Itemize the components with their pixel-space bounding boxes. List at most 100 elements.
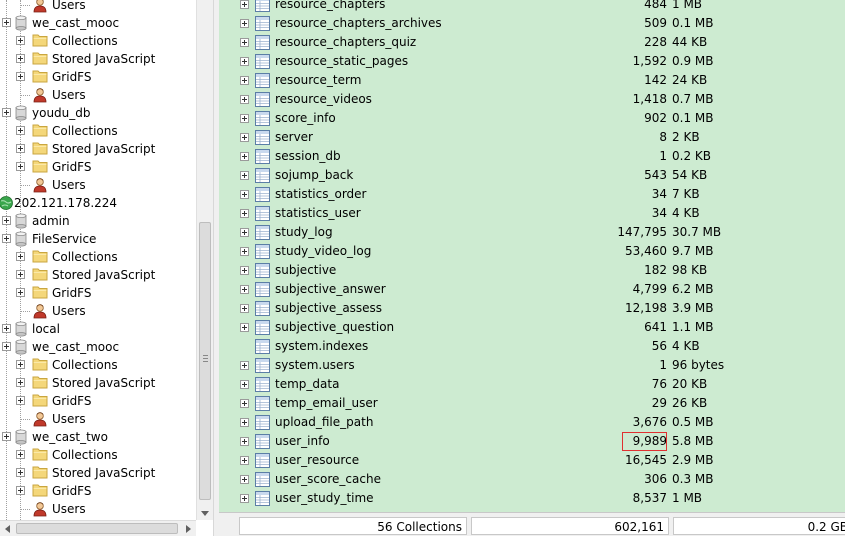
tree-node[interactable]: Users [0,302,196,320]
tree-vertical-scrollbar[interactable] [196,0,213,520]
table-row[interactable]: system.users 1 96 bytes [219,356,845,375]
table-row[interactable]: subjective 182 98 KB [219,261,845,280]
table-row[interactable]: study_video_log 53,460 9.7 MB [219,242,845,261]
scroll-down-arrow-icon[interactable] [201,511,209,516]
expand-plus-icon[interactable] [240,399,249,408]
table-row[interactable]: temp_email_user 29 26 KB [219,394,845,413]
table-row[interactable]: subjective_answer 4,799 6.2 MB [219,280,845,299]
tree-node[interactable]: Users [0,500,196,518]
expand-plus-icon[interactable] [240,95,249,104]
table-row[interactable]: temp_data 76 20 KB [219,375,845,394]
expand-plus-icon[interactable] [240,380,249,389]
expand-plus-icon[interactable] [16,360,25,369]
expand-plus-icon[interactable] [16,378,25,387]
expand-plus-icon[interactable] [16,396,25,405]
tree-node[interactable]: GridFS [0,158,196,176]
table-row[interactable]: statistics_order 34 7 KB [219,185,845,204]
tree-node[interactable]: we_cast_two [0,428,196,446]
tree-node[interactable]: Stored JavaScript [0,50,196,68]
expand-plus-icon[interactable] [16,126,25,135]
tree-node[interactable]: admin [0,212,196,230]
tree-node[interactable]: Stored JavaScript [0,464,196,482]
tree-node[interactable]: Collections [0,248,196,266]
tree-node[interactable]: 202.121.178.224 [0,194,196,212]
expand-plus-icon[interactable] [240,190,249,199]
expand-plus-icon[interactable] [2,432,11,441]
tree-node[interactable]: GridFS [0,482,196,500]
expand-plus-icon[interactable] [2,18,11,27]
tree-node[interactable]: Collections [0,356,196,374]
table-row[interactable]: resource_term 142 24 KB [219,71,845,90]
tree-node[interactable]: local [0,320,196,338]
expand-plus-icon[interactable] [16,36,25,45]
table-row[interactable]: user_info 9,989 5.8 MB [219,432,845,451]
expand-plus-icon[interactable] [16,72,25,81]
table-row[interactable]: statistics_user 34 4 KB [219,204,845,223]
expand-plus-icon[interactable] [240,361,249,370]
tree-node[interactable]: Collections [0,32,196,50]
tree-node[interactable]: Stored JavaScript [0,266,196,284]
expand-plus-icon[interactable] [16,162,25,171]
table-row[interactable]: resource_videos 1,418 0.7 MB [219,90,845,109]
table-row[interactable]: study_log 147,795 30.7 MB [219,223,845,242]
expand-plus-icon[interactable] [16,468,25,477]
table-row[interactable]: score_info 902 0.1 MB [219,109,845,128]
expand-plus-icon[interactable] [240,19,249,28]
table-row[interactable]: resource_chapters_archives 509 0.1 MB [219,14,845,33]
tree-node[interactable]: GridFS [0,284,196,302]
table-row[interactable]: subjective_question 641 1.1 MB [219,318,845,337]
tree-node[interactable]: Collections [0,122,196,140]
tree-node[interactable]: Users [0,176,196,194]
tree-node[interactable]: Users [0,86,196,104]
expand-plus-icon[interactable] [2,108,11,117]
table-row[interactable]: subjective_assess 12,198 3.9 MB [219,299,845,318]
expand-plus-icon[interactable] [240,0,249,9]
tree-node[interactable]: Collections [0,446,196,464]
tree-horizontal-scrollbar[interactable] [0,520,196,536]
tree-node[interactable]: Users [0,410,196,428]
expand-plus-icon[interactable] [240,228,249,237]
expand-plus-icon[interactable] [240,209,249,218]
table-row[interactable]: resource_chapters 484 1 MB [219,0,845,14]
expand-plus-icon[interactable] [240,304,249,313]
expand-plus-icon[interactable] [16,486,25,495]
tree-node[interactable]: Stored JavaScript [0,140,196,158]
tree-hscroll-thumb[interactable] [16,523,178,534]
expand-plus-icon[interactable] [240,456,249,465]
expand-plus-icon[interactable] [240,114,249,123]
tree-node[interactable]: Users [0,0,196,14]
scroll-right-arrow-icon[interactable] [186,525,191,533]
table-row[interactable]: upload_file_path 3,676 0.5 MB [219,413,845,432]
tree-node[interactable]: GridFS [0,392,196,410]
tree-vscroll-thumb[interactable] [199,222,211,500]
tree-node[interactable]: youdu_db [0,104,196,122]
expand-plus-icon[interactable] [16,144,25,153]
table-row[interactable]: sojump_back 543 54 KB [219,166,845,185]
expand-plus-icon[interactable] [2,216,11,225]
table-row[interactable]: user_study_time 8,537 1 MB [219,489,845,508]
table-row[interactable]: session_db 1 0.2 KB [219,147,845,166]
expand-plus-icon[interactable] [16,252,25,261]
expand-plus-icon[interactable] [240,247,249,256]
expand-plus-icon[interactable] [240,133,249,142]
tree-node[interactable]: GridFS [0,68,196,86]
table-row[interactable]: resource_static_pages 1,592 0.9 MB [219,52,845,71]
expand-plus-icon[interactable] [240,437,249,446]
expand-plus-icon[interactable] [240,266,249,275]
expand-plus-icon[interactable] [2,234,11,243]
expand-plus-icon[interactable] [240,38,249,47]
expand-plus-icon[interactable] [240,323,249,332]
expand-plus-icon[interactable] [240,171,249,180]
tree-node[interactable]: we_cast_mooc [0,338,196,356]
table-row[interactable]: user_score_cache 306 0.3 MB [219,470,845,489]
expand-plus-icon[interactable] [240,418,249,427]
expand-plus-icon[interactable] [240,152,249,161]
table-row[interactable]: server 8 2 KB [219,128,845,147]
tree-node[interactable]: we_cast_mooc [0,14,196,32]
expand-plus-icon[interactable] [16,288,25,297]
expand-plus-icon[interactable] [16,450,25,459]
expand-plus-icon[interactable] [16,54,25,63]
table-row[interactable]: system.indexes 56 4 KB [219,337,845,356]
expand-plus-icon[interactable] [240,57,249,66]
table-row[interactable]: user_resource 16,545 2.9 MB [219,451,845,470]
